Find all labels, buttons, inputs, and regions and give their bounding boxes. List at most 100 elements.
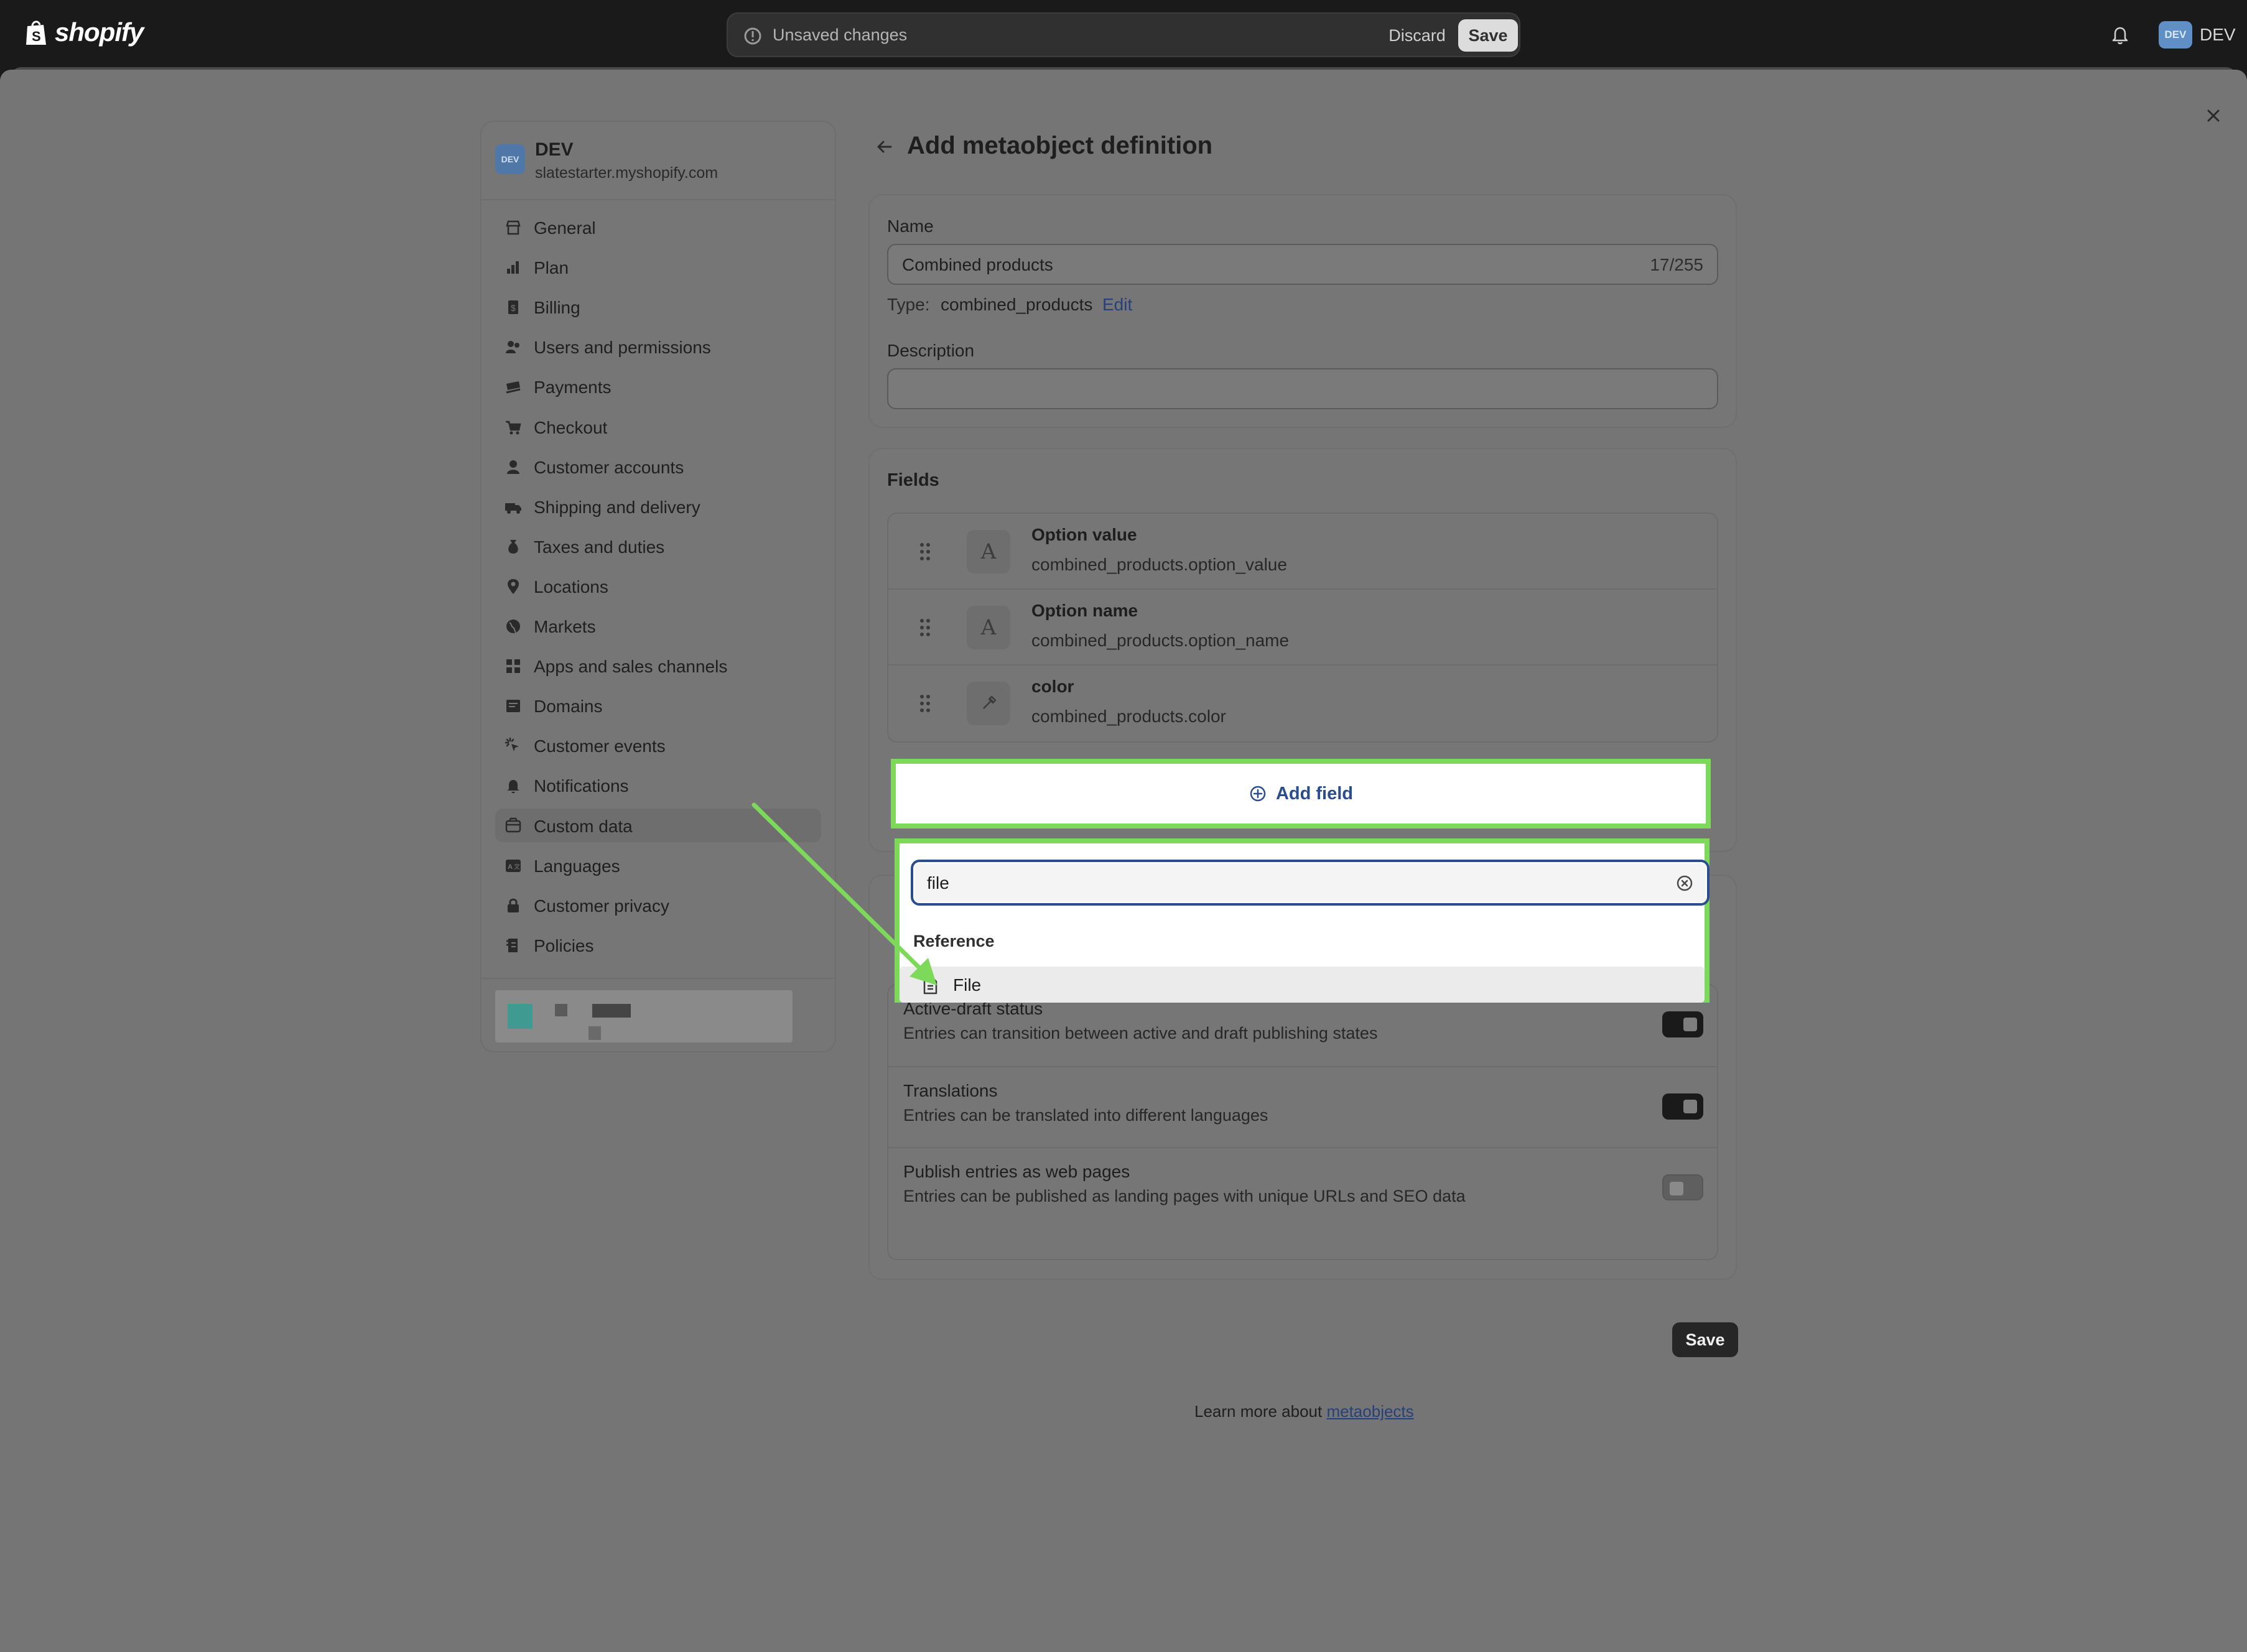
sidebar-item-markets[interactable]: Markets xyxy=(495,609,821,643)
search-input-value: file xyxy=(927,873,949,893)
sidebar-item-plan[interactable]: Plan xyxy=(495,250,821,284)
sidebar-item-label: Taxes and duties xyxy=(534,537,665,557)
sidebar-item-shipping-and-delivery[interactable]: Shipping and delivery xyxy=(495,490,821,523)
location-icon xyxy=(508,578,519,594)
plan-icon xyxy=(507,261,519,274)
shopify-logo[interactable]: S shopify xyxy=(24,17,144,47)
sidebar-item-customer-accounts[interactable]: Customer accounts xyxy=(495,450,821,483)
file-option[interactable]: File xyxy=(900,967,1705,1003)
field-key: combined_products.color xyxy=(1031,707,1226,726)
sidebar-item-custom-data[interactable]: Custom data xyxy=(495,808,821,842)
billing-icon: $ xyxy=(508,300,518,315)
truck-icon xyxy=(505,503,521,514)
text-icon: A xyxy=(967,530,1010,573)
sidebar-item-taxes-and-duties[interactable]: Taxes and duties xyxy=(495,529,821,563)
logo-text: shopify xyxy=(55,17,144,47)
sidebar-item-label: Customer accounts xyxy=(534,457,684,477)
save-button[interactable]: Save xyxy=(1672,1322,1738,1357)
field-key: combined_products.option_value xyxy=(1031,555,1287,574)
sidebar-item-label: Checkout xyxy=(534,417,608,437)
field-name: color xyxy=(1031,677,1074,696)
sidebar-item-label: Plan xyxy=(534,258,569,278)
toggle-knob xyxy=(1683,1018,1697,1031)
sidebar-item-label: Apps and sales channels xyxy=(534,657,728,677)
reference-group-heading: Reference xyxy=(913,932,995,950)
settings-sidebar: DEV DEV slatestarter.myshopify.com Gener… xyxy=(480,121,836,1052)
sidebar-item-checkout[interactable]: Checkout xyxy=(495,410,821,443)
drag-handle-icon[interactable] xyxy=(918,541,932,562)
top-save-button[interactable]: Save xyxy=(1458,19,1518,52)
sidebar-item-locations[interactable]: Locations xyxy=(495,569,821,603)
toggle-knob xyxy=(1670,1182,1683,1195)
option-description: Entries can be translated into different… xyxy=(903,1106,1268,1125)
field-row[interactable]: A Option name combined_products.option_nam… xyxy=(888,590,1717,666)
sidebar-item-policies[interactable]: Policies xyxy=(495,928,821,962)
person-icon xyxy=(507,460,519,474)
drag-handle-icon[interactable] xyxy=(918,693,932,714)
description-input[interactable] xyxy=(887,368,1718,409)
metaobjects-link[interactable]: metaobjects xyxy=(1326,1402,1413,1421)
option-title: Publish entries as web pages xyxy=(903,1162,1130,1181)
add-field-label: Add field xyxy=(1275,783,1354,804)
edit-type-link[interactable]: Edit xyxy=(1102,295,1132,315)
add-field-highlight: Add field xyxy=(891,759,1711,828)
users-icon xyxy=(506,341,519,354)
name-input-value: Combined products xyxy=(902,255,1053,274)
sidebar-item-notifications[interactable]: Notifications xyxy=(495,768,821,802)
sidebar-item-label: Policies xyxy=(534,935,594,955)
sidebar-item-apps-and-sales-channels[interactable]: Apps and sales channels xyxy=(495,649,821,682)
field-type-search-input[interactable]: file xyxy=(911,860,1710,906)
sidebar-item-label: Notifications xyxy=(534,776,629,796)
discard-button[interactable]: Discard xyxy=(1379,19,1456,52)
sidebar-item-payments[interactable]: Payments xyxy=(495,369,821,403)
sidebar-item-label: Shipping and delivery xyxy=(534,497,700,517)
character-count: 17/255 xyxy=(1650,255,1703,274)
clear-search-icon[interactable] xyxy=(1675,873,1695,893)
field-row[interactable]: color combined_products.color xyxy=(888,666,1717,741)
field-key: combined_products.option_name xyxy=(1031,631,1290,650)
close-icon xyxy=(2207,109,2220,122)
account-name[interactable]: DEV xyxy=(2200,25,2236,45)
close-button[interactable] xyxy=(2198,101,2228,131)
policies-icon xyxy=(506,938,518,952)
avatar[interactable]: DEV xyxy=(2159,21,2192,49)
sidebar-item-label: Locations xyxy=(534,577,608,596)
name-input[interactable]: Combined products 17/255 xyxy=(887,244,1718,285)
fields-heading: Fields xyxy=(887,470,939,490)
app-swatch xyxy=(508,1004,533,1029)
option-toggle[interactable] xyxy=(1662,1093,1703,1120)
type-label: Type: xyxy=(887,295,930,314)
svg-text:$: $ xyxy=(511,303,516,313)
store-header[interactable]: DEV DEV slatestarter.myshopify.com xyxy=(482,122,835,200)
sidebar-item-domains[interactable]: Domains xyxy=(495,689,821,722)
bell-icon[interactable] xyxy=(2108,22,2133,47)
sidebar-item-billing[interactable]: $ Billing xyxy=(495,290,821,323)
option-title: Translations xyxy=(903,1081,998,1100)
cursor-icon xyxy=(505,738,519,752)
fields-list: A Option value combined_products.option_va… xyxy=(887,513,1718,743)
option-toggle[interactable] xyxy=(1662,1174,1703,1200)
back-arrow-icon[interactable] xyxy=(872,134,897,159)
sidebar-item-general[interactable]: General xyxy=(495,210,821,244)
sidebar-item-label: Customer events xyxy=(534,736,666,756)
name-label: Name xyxy=(887,216,934,236)
pixelated-block xyxy=(588,1026,601,1040)
add-field-button[interactable]: Add field xyxy=(896,764,1706,824)
option-description: Entries can transition between active an… xyxy=(903,1024,1378,1042)
sidebar-item-label: Payments xyxy=(534,378,612,397)
file-icon xyxy=(923,976,937,995)
language-icon: A文 xyxy=(506,859,521,872)
sidebar-footer-card[interactable] xyxy=(495,990,793,1042)
pixelated-block xyxy=(592,1004,631,1018)
field-row[interactable]: A Option value combined_products.option_va… xyxy=(888,514,1717,590)
field-name: Option value xyxy=(1031,525,1137,544)
sidebar-item-users-and-permissions[interactable]: Users and permissions xyxy=(495,330,821,363)
alert-circle-icon xyxy=(744,27,761,45)
sidebar-item-customer-events[interactable]: Customer events xyxy=(495,728,821,762)
drag-handle-icon[interactable] xyxy=(918,617,932,638)
option-row: Translations Entries can be translated in… xyxy=(888,1066,1717,1147)
sidebar-item-languages[interactable]: A 文 Languages xyxy=(495,848,821,882)
option-toggle[interactable] xyxy=(1662,1011,1703,1037)
eyedropper-icon xyxy=(967,682,1010,725)
sidebar-item-customer-privacy[interactable]: Customer privacy xyxy=(495,888,821,922)
